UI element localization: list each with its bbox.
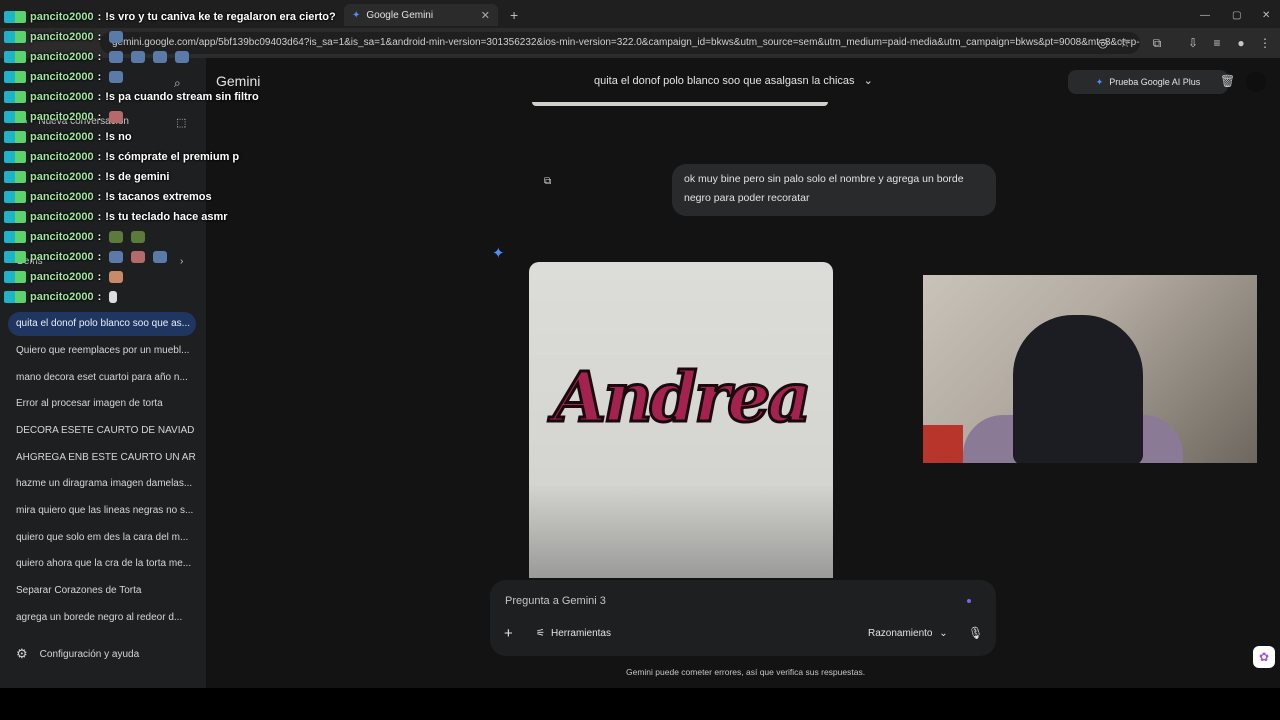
eye-off-icon[interactable]: ◎	[1094, 34, 1112, 52]
close-icon[interactable]: ✕	[481, 9, 490, 22]
copy-icon[interactable]: ⧉	[544, 176, 551, 187]
settings-and-help[interactable]: ⚙ Configuración y ayuda	[16, 646, 139, 662]
webcam-person-head	[1013, 315, 1143, 463]
recent-item[interactable]: quiero ahora que la cra de la torta me..…	[8, 552, 196, 576]
new-tab-button[interactable]: +	[502, 4, 522, 26]
profile-icon[interactable]: ●	[1232, 34, 1250, 52]
upgrade-label: Prueba Google AI Plus	[1109, 77, 1201, 87]
minimize-icon[interactable]: —	[1192, 4, 1210, 26]
recent-item[interactable]: quiero que solo em des la cara del m...	[8, 526, 196, 550]
webcam-overlay	[923, 275, 1257, 463]
bottom-bar	[0, 688, 1280, 720]
recent-item[interactable]: AHGREGA ENB ESTE CAURTO UN AR...	[8, 446, 196, 470]
search-icon[interactable]: ⌕	[174, 76, 181, 91]
gems-label[interactable]: Gems	[16, 256, 43, 267]
recent-item[interactable]: agrega un borede negro al redeor d...	[8, 606, 196, 630]
media-icon[interactable]: ≡	[1208, 34, 1226, 52]
upgrade-button[interactable]: ✦ Prueba Google AI Plus	[1068, 70, 1228, 94]
browser-tabbar: ✦ Google Gemini ✕ + — ▢ ✕	[0, 0, 1280, 28]
gemini-brand[interactable]: Gemini	[216, 73, 260, 89]
new-chat-label: Nueva conversación	[38, 116, 129, 127]
main-panel: Gemini quita el donof polo blanco soo qu…	[206, 58, 1280, 688]
extensions-icon[interactable]: ⧉	[1148, 34, 1166, 52]
generated-image-text: Andrea	[552, 357, 813, 440]
status-dot	[967, 599, 971, 603]
webcam-background-object	[923, 425, 963, 463]
previous-image-edge	[532, 102, 828, 106]
add-icon[interactable]: +	[504, 625, 513, 642]
gemini-sparkle-icon: ✦	[492, 245, 505, 262]
tools-button[interactable]: ⚟ Herramientas	[536, 628, 611, 639]
chevron-right-icon[interactable]: ›	[180, 256, 183, 267]
generated-image[interactable]: Andrea	[529, 262, 833, 578]
mode-selector[interactable]: Razonamiento ⌄	[868, 628, 948, 639]
recent-item[interactable]: mano decora eset cuartoi para año n...	[8, 366, 196, 390]
recent-item[interactable]: Quiero que reemplaces por un muebl...	[8, 339, 196, 363]
new-chat-button[interactable]: ✎ Nueva conversación	[20, 116, 129, 127]
gemini-tab-icon: ✦	[352, 9, 361, 21]
prompt-input[interactable]: Pregunta a Gemini 3	[505, 595, 606, 607]
sidebar: ⌕ ✎ Nueva conversación ⬚ Gems › quita el…	[0, 58, 206, 688]
recent-item[interactable]: hazme un diragrama imagen damelas...	[8, 472, 196, 496]
window-close-icon[interactable]: ✕	[1254, 4, 1272, 26]
recent-item[interactable]: quita el donof polo blanco soo que as...	[8, 312, 196, 336]
edit-icon: ✎	[20, 116, 29, 127]
tools-label: Herramientas	[550, 628, 611, 639]
chevron-down-icon: ⌄	[863, 75, 873, 87]
maximize-icon[interactable]: ▢	[1224, 4, 1242, 26]
temporary-chat-icon[interactable]: ⬚	[176, 116, 186, 129]
url-field[interactable]: gemini.google.com/app/5bf139bc09403d64?i…	[100, 32, 1140, 54]
microphone-icon[interactable]: 🎙	[968, 626, 983, 640]
delete-icon[interactable]: 🗑	[1220, 74, 1235, 88]
prompt-composer[interactable]: Pregunta a Gemini 3 + ⚟ Herramientas Raz…	[490, 580, 996, 656]
conversation-title-text: quita el donof polo blanco soo que asalg…	[594, 75, 855, 87]
user-message: ok muy bine pero sin palo solo el nombre…	[672, 164, 996, 216]
tab-google-gemini[interactable]: ✦ Google Gemini ✕	[344, 4, 498, 26]
recent-item[interactable]: mira quiero que las lineas negras no s..…	[8, 499, 196, 523]
download-icon[interactable]: ⇩	[1184, 34, 1202, 52]
floating-gemini-icon[interactable]: ✿	[1253, 646, 1275, 668]
star-icon[interactable]: ☆	[1116, 34, 1134, 52]
recent-item[interactable]: DECORA ESETE CAURTO DE NAVIAD ...	[8, 419, 196, 443]
sparkle-icon: ✦	[1095, 76, 1104, 87]
conversation-title[interactable]: quita el donof polo blanco soo que asalg…	[594, 74, 873, 87]
recent-item[interactable]: Error al procesar imagen de torta	[8, 392, 196, 416]
address-bar-row: gemini.google.com/app/5bf139bc09403d64?i…	[0, 28, 1280, 58]
settings-label: Configuración y ayuda	[39, 648, 140, 660]
gear-icon: ⚙	[16, 646, 28, 661]
tools-icon: ⚟	[536, 628, 545, 639]
tab-label: Google Gemini	[366, 9, 434, 21]
disclaimer: Gemini puede cometer errores, así que ve…	[626, 667, 866, 677]
chevron-down-icon: ⌄	[939, 628, 948, 639]
recent-item[interactable]: Separar Corazones de Torta	[8, 579, 196, 603]
avatar[interactable]	[1246, 72, 1266, 92]
menu-icon[interactable]: ⋮	[1256, 34, 1274, 52]
mode-label: Razonamiento	[868, 628, 933, 639]
